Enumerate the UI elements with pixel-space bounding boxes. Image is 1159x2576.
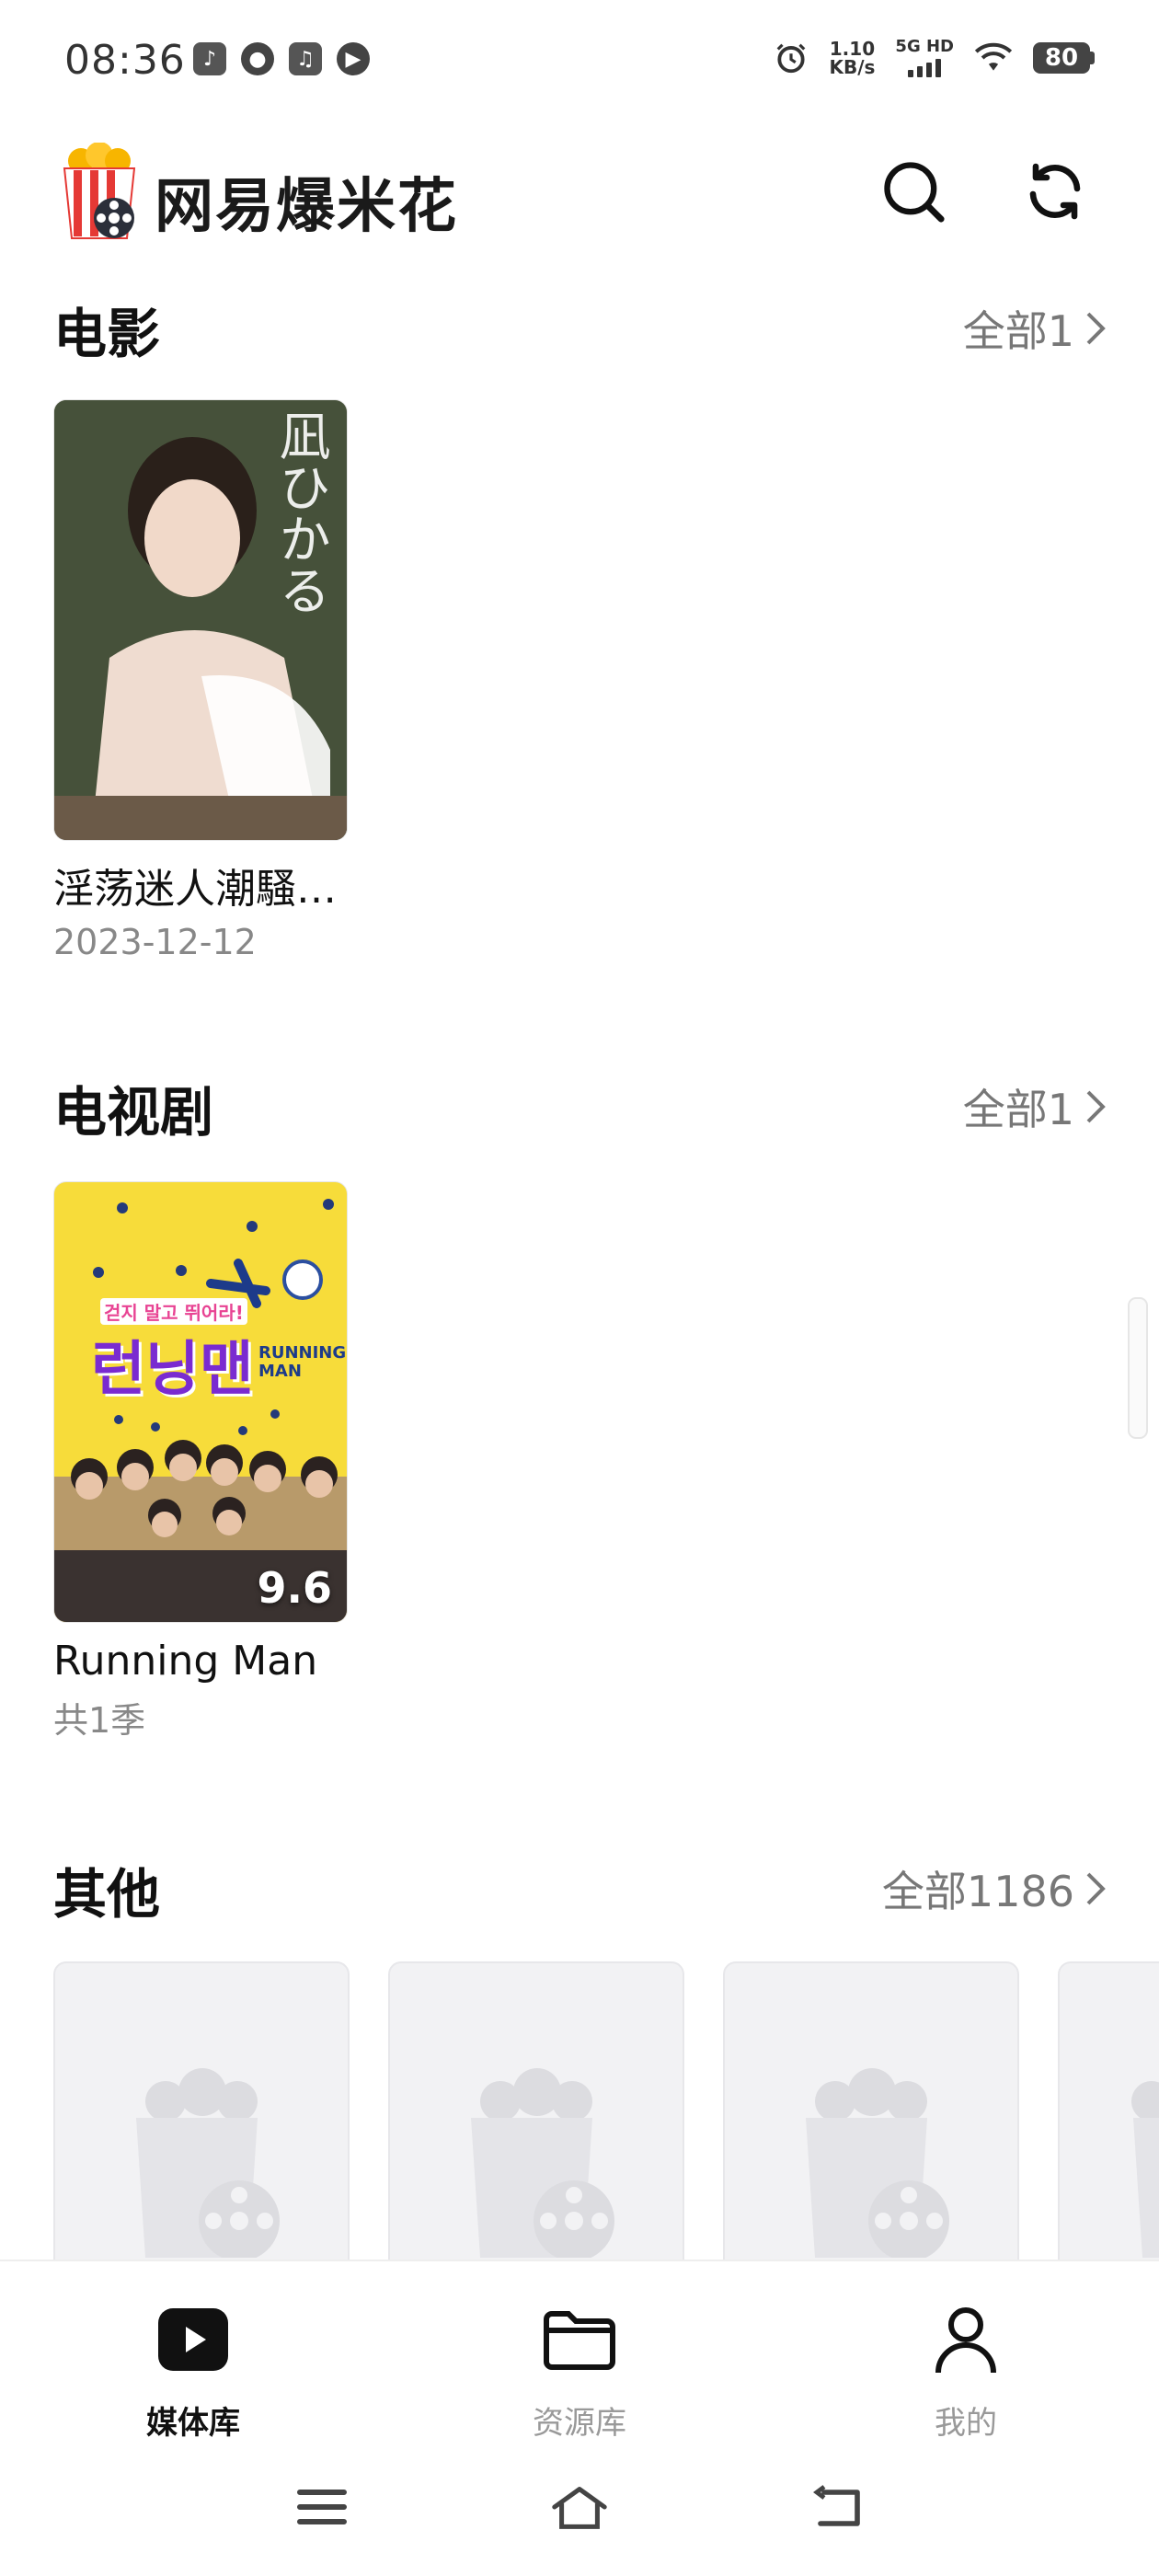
- view-all-movies-link[interactable]: 全部1: [963, 298, 1107, 359]
- media-card-seasons: 共1季: [53, 1700, 146, 1741]
- view-all-other-link[interactable]: 全部1186: [882, 1858, 1107, 1919]
- section-title-tv: 电视剧: [53, 1081, 214, 1144]
- media-card[interactable]: 凪ひかる 淫荡迷人潮騷… 2023-12-12: [53, 399, 348, 962]
- status-time: 08:36: [64, 37, 186, 84]
- menu-button[interactable]: [285, 2475, 359, 2539]
- home-icon: [552, 2487, 607, 2529]
- view-all-tv-link[interactable]: 全部1: [963, 1076, 1107, 1137]
- person-icon: [935, 2307, 996, 2374]
- search-icon: [884, 162, 945, 223]
- movie-poster: 凪ひかる: [53, 399, 348, 841]
- popcorn-placeholder-icon: [806, 2068, 949, 2260]
- speed-value: 1.10: [829, 38, 876, 60]
- rating-badge: 9.6: [257, 1563, 333, 1613]
- view-all-label: 全部1: [962, 1085, 1074, 1134]
- bottom-tab-bar: 媒体库 资源库 我的: [0, 2260, 1159, 2445]
- menu-icon: [297, 2490, 347, 2524]
- popcorn-placeholder-icon: [1131, 2081, 1159, 2258]
- media-card-title: 淫荡迷人潮騷…: [53, 866, 337, 913]
- section-title-movies: 电影: [53, 303, 161, 365]
- scroll-indicator[interactable]: [1128, 1297, 1148, 1439]
- tab-me[interactable]: 我的: [846, 2298, 1085, 2443]
- home-button[interactable]: [543, 2475, 616, 2539]
- chevron-right-icon: [1086, 312, 1106, 345]
- network-speed: 1.10 KB/s: [829, 40, 875, 76]
- chevron-right-icon: [1086, 1090, 1106, 1123]
- tiktok-icon: ♫: [289, 42, 322, 75]
- app-title: 网易爆米花: [155, 173, 458, 241]
- tab-resource-library[interactable]: 资源库: [460, 2298, 699, 2443]
- other-row: [0, 1961, 1159, 2260]
- poster-tagline: 걷지 말고 뛰어라!: [100, 1298, 247, 1325]
- media-card[interactable]: 걷지 말고 뛰어라! 런닝맨 RUNNING MAN 9.6 Running M…: [53, 1181, 348, 1742]
- poster-badge: RUNNING MAN: [258, 1343, 347, 1381]
- view-all-label: 全部1186: [881, 1867, 1074, 1916]
- signal-group: 5G HD: [895, 39, 954, 77]
- system-navigation-bar: [0, 2444, 1159, 2576]
- search-button[interactable]: [874, 152, 953, 231]
- view-all-label: 全部1: [962, 306, 1074, 356]
- status-bar: 08:36 ♪ ● ♫ ▶ 1.10 KB/s 5G HD 80: [0, 0, 1159, 120]
- tab-media-library[interactable]: 媒体库: [74, 2298, 313, 2443]
- tab-label: 媒体库: [146, 2405, 240, 2442]
- popcorn-placeholder-icon: [471, 2068, 614, 2260]
- alarm-icon: [777, 43, 806, 74]
- poster-vertical-text: 凪ひかる: [270, 409, 330, 615]
- placeholder-card[interactable]: [723, 1961, 1019, 2260]
- refresh-button[interactable]: [1016, 152, 1095, 231]
- wechat-icon: ●: [241, 42, 274, 75]
- placeholder-card[interactable]: [1058, 1961, 1159, 2260]
- tab-label: 资源库: [533, 2405, 626, 2442]
- battery-icon: 80: [1033, 42, 1095, 74]
- section-other: 其他 全部1186: [0, 1851, 1159, 2260]
- media-card-title: Running Man: [53, 1638, 318, 1685]
- popcorn-placeholder-icon: [136, 2068, 280, 2260]
- poster-korean-title: 런닝맨: [91, 1336, 254, 1404]
- placeholder-card[interactable]: [53, 1961, 350, 2260]
- signal-icon: [908, 55, 942, 77]
- speed-unit: KB/s: [829, 56, 876, 78]
- video-app-icon: ▶: [337, 42, 370, 75]
- section-title-other: 其他: [53, 1863, 161, 1926]
- back-icon: [813, 2485, 860, 2526]
- tab-label: 我的: [935, 2405, 997, 2442]
- network-type: 5G HD: [895, 37, 954, 56]
- status-app-icons: ♪ ● ♫ ▶: [193, 42, 370, 75]
- play-icon: [158, 2308, 228, 2371]
- refresh-icon: [1029, 163, 1081, 220]
- tv-poster: 걷지 말고 뛰어라! 런닝맨 RUNNING MAN 9.6: [53, 1181, 348, 1623]
- section-tv: 电视剧 全部1 걷지 말고 뛰어라! 런닝맨 RUNNING MAN 9.6 R…: [0, 1069, 1159, 1768]
- app-header: 网易爆米花: [0, 133, 1159, 253]
- placeholder-card[interactable]: [388, 1961, 684, 2260]
- media-card-date: 2023-12-12: [53, 922, 257, 962]
- chevron-right-icon: [1086, 1872, 1106, 1905]
- wifi-icon: [974, 42, 1013, 71]
- folder-icon: [544, 2311, 615, 2370]
- popcorn-logo-icon: [63, 143, 136, 239]
- status-right: 1.10 KB/s 5G HD 80: [774, 39, 1095, 77]
- back-button[interactable]: [800, 2475, 874, 2539]
- battery-level: 80: [1033, 42, 1090, 74]
- music-app-icon: ♪: [193, 42, 226, 75]
- section-movies: 电影 全部1 凪ひかる 淫荡迷人潮騷… 2023-12-12: [0, 291, 1159, 990]
